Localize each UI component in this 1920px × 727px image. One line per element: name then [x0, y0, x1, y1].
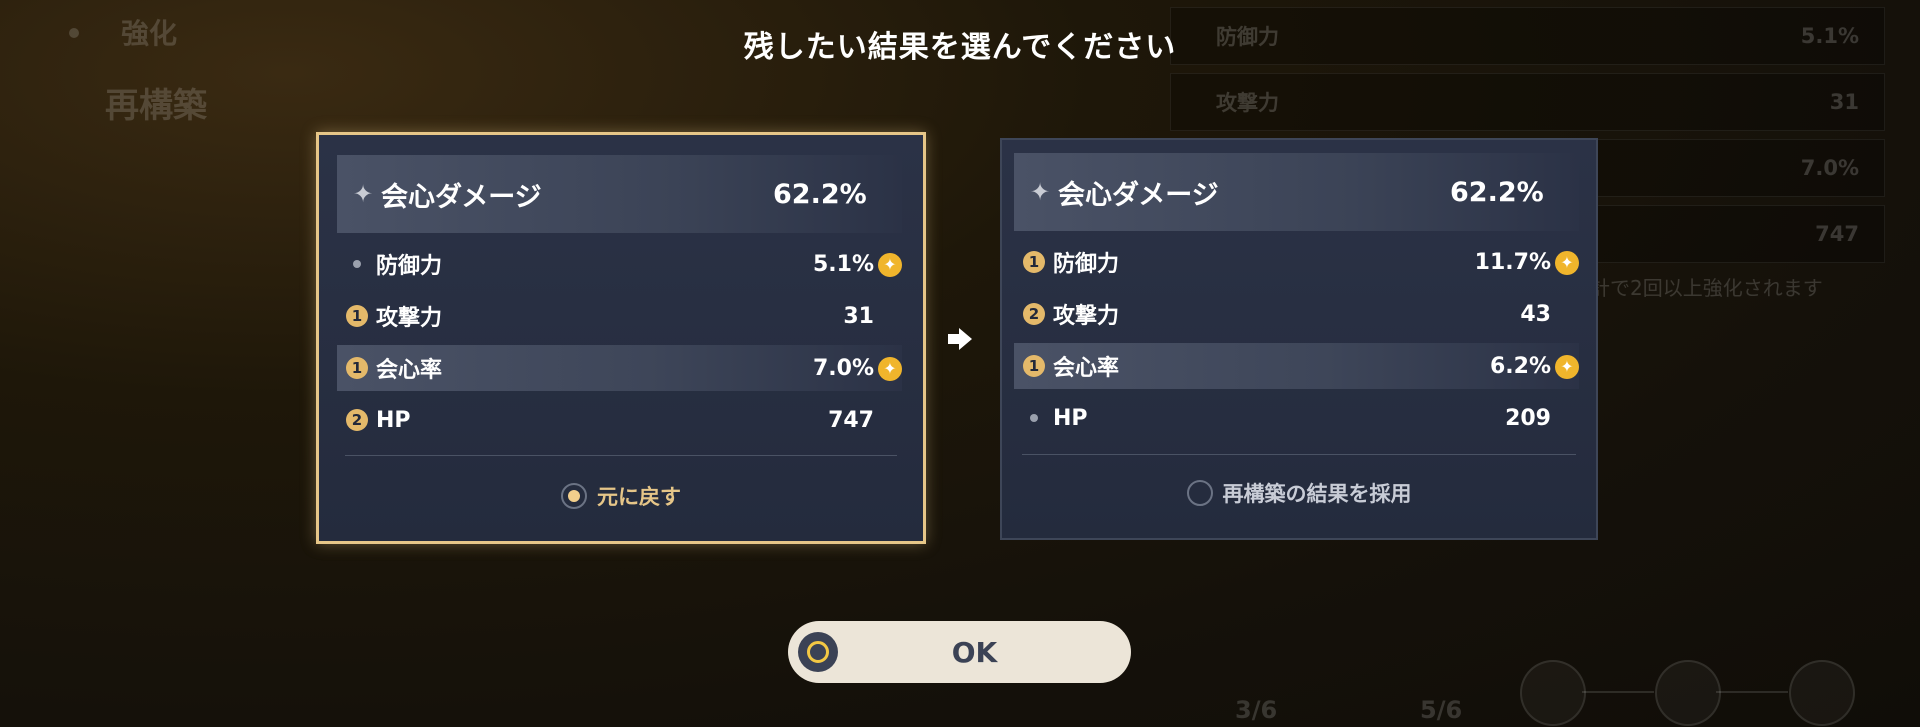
original-result-card[interactable]: ✦ 会心ダメージ 62.2% 防御力 5.1% ✦ 1 攻撃力 31 1 会心率 … [316, 132, 926, 544]
background-count-before: 3/6 [1235, 696, 1278, 724]
substat-dot-icon [346, 253, 368, 275]
background-track-node [1789, 660, 1855, 726]
substat-name: 防御力 [376, 254, 443, 279]
substat-name: HP [376, 407, 411, 433]
main-stat: ✦ 会心ダメージ 62.2% [1014, 153, 1579, 231]
substat-row: 2 HP 747 [337, 397, 902, 443]
divider [345, 455, 897, 456]
substat-value: 31 [843, 303, 874, 329]
substat-name: 会心率 [376, 358, 443, 383]
substat-name: HP [1053, 405, 1088, 431]
roll-count-icon: 1 [346, 305, 368, 327]
substat-value: 11.7% [1474, 249, 1551, 275]
main-stat-star-icon: ✦ [1029, 178, 1051, 206]
background-track-line [1582, 691, 1654, 693]
roll-count-icon: 2 [1023, 303, 1045, 325]
sparkle-icon: ✦ [878, 356, 902, 381]
background-track-node [1520, 660, 1586, 726]
main-stat-value: 62.2% [1450, 176, 1544, 208]
substat-name: 攻撃力 [1053, 304, 1120, 329]
reconstructed-result-card[interactable]: ✦ 会心ダメージ 62.2% 1 防御力 11.7% ✦ 2 攻撃力 43 1 会… [1000, 138, 1598, 540]
background-stat-row: 攻撃力 31 [1170, 73, 1885, 131]
roll-count-icon: 2 [346, 409, 368, 431]
substat-row: 1 防御力 11.7% ✦ [1014, 239, 1579, 285]
main-stat-name: 会心ダメージ [381, 181, 542, 213]
substat-name: 防御力 [1053, 252, 1120, 277]
substat-row: 1 会心率 7.0% ✦ [337, 345, 902, 391]
ok-button[interactable]: OK [788, 621, 1131, 683]
substat-value: 209 [1505, 405, 1551, 431]
substat-list: 1 防御力 11.7% ✦ 2 攻撃力 43 1 会心率 6.2% ✦ HP 209 [1014, 239, 1579, 447]
substat-name: 会心率 [1053, 356, 1120, 381]
divider [1022, 454, 1576, 455]
ok-button-label: OK [951, 635, 998, 669]
roll-count-icon: 1 [346, 357, 368, 379]
adopt-option-label: 再構築の結果を採用 [1222, 482, 1412, 506]
adopt-option-radio[interactable]: 再構築の結果を採用 [1002, 478, 1596, 508]
substat-value: 5.1% [812, 251, 874, 277]
background-reconstruct-tab: 再構築 [105, 86, 207, 126]
main-stat-name: 会心ダメージ [1058, 179, 1219, 211]
sparkle-icon: ✦ [1555, 354, 1579, 379]
confirm-circle-icon [798, 632, 838, 672]
arrow-right-icon [948, 328, 972, 350]
substat-name: 攻撃力 [376, 306, 443, 331]
substat-row: HP 209 [1014, 395, 1579, 441]
revert-option-label: 元に戻す [597, 485, 681, 509]
substat-row: 1 攻撃力 31 [337, 293, 902, 339]
substat-row: 防御力 5.1% ✦ [337, 241, 902, 287]
radio-unselected-icon [1186, 480, 1213, 506]
substat-value: 7.0% [812, 355, 874, 381]
substat-value: 6.2% [1489, 353, 1551, 379]
roll-count-icon: 1 [1023, 251, 1045, 273]
revert-option-radio[interactable]: 元に戻す [319, 481, 923, 511]
sparkle-icon: ✦ [1555, 250, 1579, 275]
background-track-node [1655, 660, 1721, 726]
main-stat-value: 62.2% [773, 178, 867, 210]
substat-row: 1 会心率 6.2% ✦ [1014, 343, 1579, 389]
substat-value: 43 [1520, 301, 1551, 327]
radio-selected-icon [561, 483, 587, 509]
page-title: 残したい結果を選んでください [743, 30, 1177, 65]
sparkle-icon: ✦ [878, 252, 902, 277]
roll-count-icon: 1 [1023, 355, 1045, 377]
main-stat: ✦ 会心ダメージ 62.2% [337, 155, 902, 233]
substat-value: 747 [828, 407, 874, 433]
background-count-after: 5/6 [1420, 696, 1463, 724]
substat-list: 防御力 5.1% ✦ 1 攻撃力 31 1 会心率 7.0% ✦ 2 HP 747 [337, 241, 902, 449]
main-stat-star-icon: ✦ [352, 180, 374, 208]
background-track-line [1716, 691, 1788, 693]
substat-row: 2 攻撃力 43 [1014, 291, 1579, 337]
substat-dot-icon [1023, 407, 1045, 429]
